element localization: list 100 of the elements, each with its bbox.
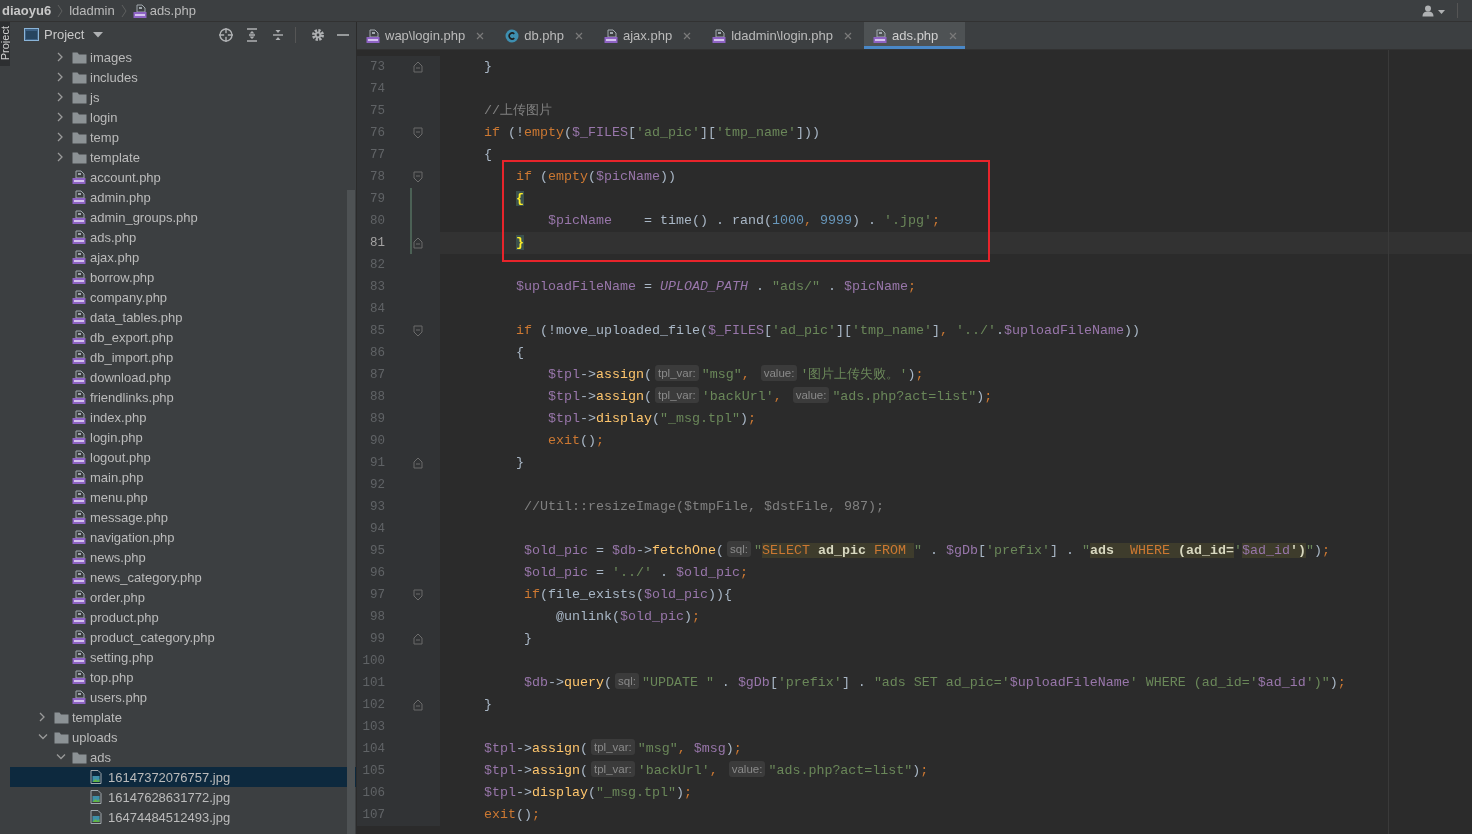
tree-item[interactable]: ads.php — [10, 227, 356, 247]
code-line: $old_pic = $db->fetchOne( sql: "SELECT ad_pic FROM " . $gDb['prefix'] . "ads WHERE (ad_id='$ad_id')"); — [523, 543, 1330, 558]
expand-all-icon[interactable] — [245, 27, 259, 42]
tree-item[interactable]: navigation.php — [10, 527, 356, 547]
fold-close-icon[interactable] — [413, 633, 423, 645]
tree-item[interactable]: company.php — [10, 287, 356, 307]
panel-title[interactable]: Project — [44, 27, 85, 42]
tree-item[interactable]: setting.php — [10, 647, 356, 667]
tree-item[interactable]: account.php — [10, 167, 356, 187]
tree-item[interactable]: includes — [10, 67, 356, 87]
php-file-icon — [366, 28, 380, 43]
tree-item[interactable]: logout.php — [10, 447, 356, 467]
chevron-right-icon[interactable] — [56, 92, 64, 102]
tree-item[interactable]: admin_groups.php — [10, 207, 356, 227]
tree-item[interactable]: main.php — [10, 467, 356, 487]
tree-item[interactable]: message.php — [10, 507, 356, 527]
fold-open-icon[interactable] — [413, 325, 423, 337]
php-file-icon — [72, 410, 86, 424]
breadcrumb-item[interactable]: ads.php — [149, 3, 196, 18]
tree-item[interactable]: template — [10, 707, 356, 727]
tree-item[interactable]: db_export.php — [10, 327, 356, 347]
fold-close-icon[interactable] — [413, 237, 423, 249]
tree-item[interactable]: db_import.php — [10, 347, 356, 367]
php-file-icon — [132, 3, 147, 18]
tree-item[interactable]: index.php — [10, 407, 356, 427]
tree-item[interactable]: ajax.php — [10, 247, 356, 267]
tree-item[interactable]: news_category.php — [10, 567, 356, 587]
tree-item[interactable]: download.php — [10, 367, 356, 387]
tree-item[interactable]: login.php — [10, 427, 356, 447]
close-icon[interactable] — [844, 31, 853, 40]
fold-open-icon[interactable] — [413, 127, 423, 139]
collapse-all-icon[interactable] — [271, 27, 285, 42]
fold-close-icon[interactable] — [413, 457, 423, 469]
class-icon — [505, 28, 520, 43]
tree-item[interactable]: 16147628631772.jpg — [10, 787, 356, 807]
tree-item[interactable]: news.php — [10, 547, 356, 567]
folder-icon — [54, 730, 69, 744]
folder-icon — [72, 70, 87, 84]
dropdown-caret-icon[interactable] — [93, 31, 104, 38]
code-line: $tpl->display("_msg.tpl"); — [547, 411, 756, 426]
tree-item[interactable]: 16147372076757.jpg — [10, 767, 356, 787]
project-icon — [24, 28, 39, 41]
chevron-right-icon[interactable] — [56, 132, 64, 142]
chevron-down-icon[interactable] — [56, 753, 66, 761]
tree-item[interactable]: js — [10, 87, 356, 107]
fold-close-icon[interactable] — [413, 61, 423, 73]
tree-item[interactable]: 16474484512493.jpg — [10, 807, 356, 827]
change-marker[interactable] — [410, 188, 412, 210]
tree-item[interactable]: uploads — [10, 727, 356, 747]
editor-tab[interactable]: ads.php — [864, 22, 966, 49]
tree-item[interactable]: ads — [10, 747, 356, 767]
php-file-icon — [604, 28, 618, 43]
fold-close-icon[interactable] — [413, 699, 423, 711]
tree-item[interactable]: friendlinks.php — [10, 387, 356, 407]
fold-open-icon[interactable] — [413, 171, 423, 183]
breadcrumb-item[interactable]: ldadmin — [69, 3, 115, 18]
change-marker[interactable] — [410, 232, 412, 254]
tree-item[interactable]: login — [10, 107, 356, 127]
tree-item[interactable]: product_category.php — [10, 627, 356, 647]
tree-item[interactable]: top.php — [10, 667, 356, 687]
tree-item[interactable]: borrow.php — [10, 267, 356, 287]
close-icon[interactable] — [949, 31, 958, 40]
locate-icon[interactable] — [219, 27, 233, 42]
breadcrumb-item[interactable]: diaoyu6 — [2, 3, 52, 18]
tree-item[interactable]: data_tables.php — [10, 307, 356, 327]
code-line: $tpl->display("_msg.tpl"); — [483, 785, 692, 800]
close-icon[interactable] — [476, 31, 485, 40]
editor-tab[interactable]: wap\login.php — [357, 22, 493, 49]
chevron-right-icon — [120, 3, 127, 18]
tree-item[interactable]: users.php — [10, 687, 356, 707]
php-file-icon — [72, 250, 86, 264]
chevron-right-icon[interactable] — [56, 52, 64, 62]
scrollbar-thumb[interactable] — [347, 190, 355, 834]
settings-icon[interactable] — [311, 27, 325, 42]
close-icon[interactable] — [575, 31, 583, 40]
chevron-down-icon[interactable] — [38, 733, 48, 741]
editor-tab[interactable]: ldadmin\login.php — [703, 22, 861, 49]
php-file-icon — [712, 28, 727, 43]
tree-item[interactable]: order.php — [10, 587, 356, 607]
code-line: if(file_exists($old_pic)){ — [523, 587, 732, 602]
editor-tab[interactable]: db.php — [496, 22, 591, 49]
code-line: $old_pic = '../' . $old_pic; — [523, 565, 748, 580]
change-marker[interactable] — [410, 210, 412, 232]
tree-item[interactable]: images — [10, 47, 356, 67]
code-line: $tpl->assign( tpl_var: "msg", value: '图片上传失败。'); — [547, 367, 924, 382]
fold-open-icon[interactable] — [413, 589, 423, 601]
chevron-right-icon[interactable] — [56, 72, 64, 82]
tree-item[interactable]: admin.php — [10, 187, 356, 207]
user-icon[interactable] — [1422, 4, 1446, 17]
folder-icon — [72, 750, 87, 764]
tree-item[interactable]: temp — [10, 127, 356, 147]
editor-tab[interactable]: ajax.php — [595, 22, 700, 49]
tree-item[interactable]: template — [10, 147, 356, 167]
close-icon[interactable] — [683, 31, 692, 40]
tree-item[interactable]: product.php — [10, 607, 356, 627]
code-line: $db->query( sql: "UPDATE " . $gDb['prefix'] . "ads SET ad_pic='$uploadFileName' WHERE (ad_id='$ad_id')"); — [523, 675, 1346, 690]
chevron-right-icon[interactable] — [56, 152, 64, 162]
tree-item[interactable]: menu.php — [10, 487, 356, 507]
chevron-right-icon[interactable] — [38, 712, 46, 722]
chevron-right-icon[interactable] — [56, 112, 64, 122]
